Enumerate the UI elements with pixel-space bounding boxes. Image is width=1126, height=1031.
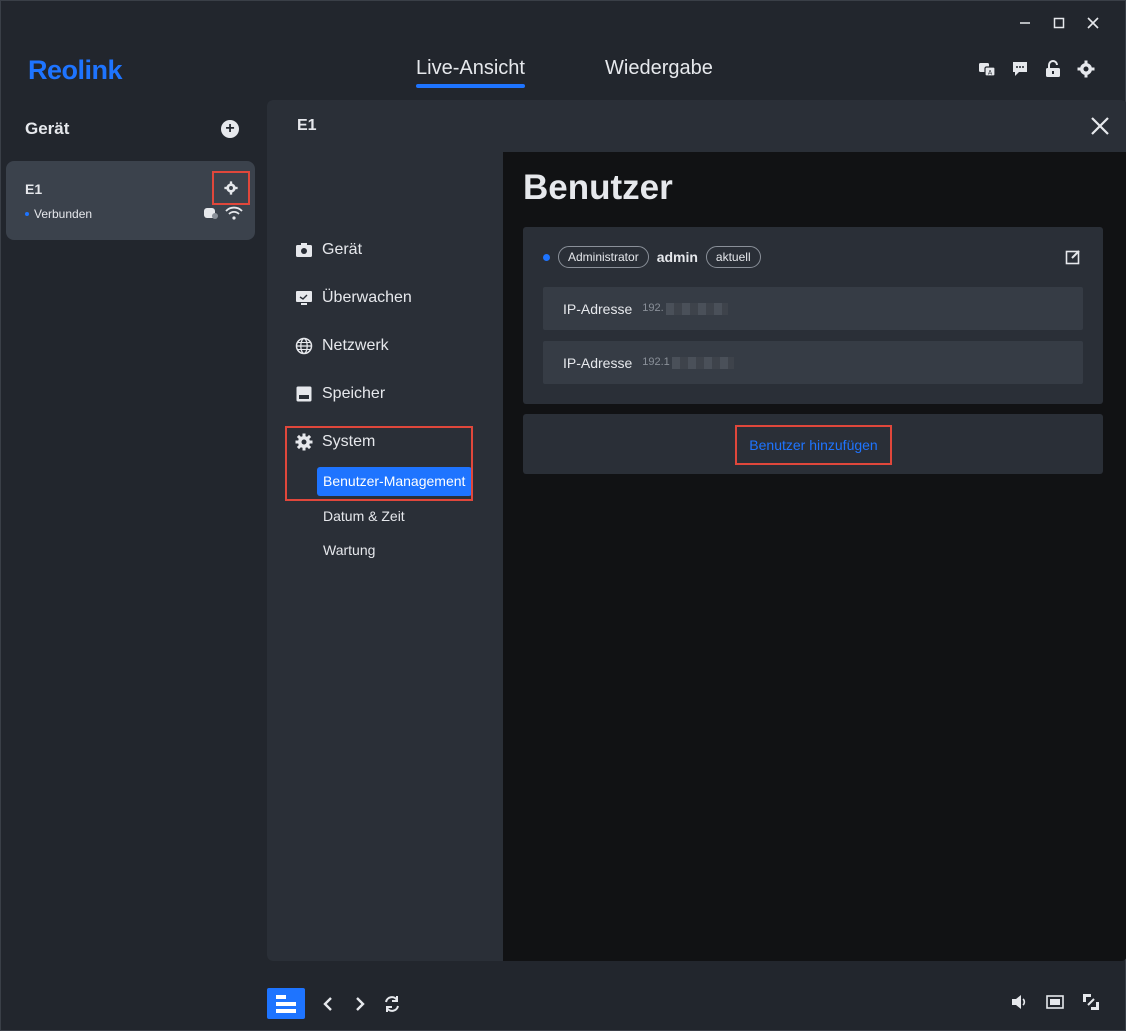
subnav-item-date-time[interactable]: Datum & Zeit [323,508,405,524]
gear-icon [224,181,238,195]
redacted-block [671,356,734,369]
ip-value-text: 192. [642,302,664,315]
tab-playback[interactable]: Wiedergabe [605,57,713,80]
role-badge: Administrator [558,246,649,268]
add-user-card: Benutzer hinzufügen [523,414,1103,474]
edit-icon[interactable] [1065,249,1081,265]
status-dot [25,212,29,216]
nav-item-label: Speicher [322,385,386,402]
user-row: Administrator admin aktuell [543,246,761,268]
device-status: Verbunden [25,207,92,221]
modal-title: E1 [297,117,317,134]
device-name: E1 [25,181,43,197]
chat-icon[interactable] [1011,60,1029,78]
layout-button[interactable] [267,988,305,1019]
storage-icon [295,385,313,403]
current-badge: aktuell [705,246,761,268]
camera-icon [295,241,313,259]
ip-value: 192. [642,302,728,315]
page-title: Benutzer [523,168,673,207]
username: admin [656,249,698,265]
title-bar: Reolink Live-Ansicht Wiedergabe A [1,1,1125,96]
modal-header: E1 [267,100,1126,152]
settings-icon[interactable] [1077,60,1095,78]
device-icons [203,206,243,220]
modal-close-icon[interactable] [1087,113,1113,139]
nav-item-label: Gerät [322,241,363,258]
fullscreen-icon[interactable] [1082,993,1100,1011]
device-sidebar: Gerät + E1 Verbunden [1,97,267,1030]
translate-icon[interactable]: A [978,60,996,78]
nav-item-label: Netzwerk [322,337,389,354]
nav-item-device[interactable]: Gerät [295,241,362,259]
settings-content: Benutzer Administrator admin aktuell IP-… [503,152,1126,961]
bottom-right-controls [1010,993,1100,1011]
ip-label: IP-Adresse [563,300,633,317]
user-card: Administrator admin aktuell IP-Adresse 1… [523,227,1103,404]
highlight-box-system [285,426,473,501]
add-device-button[interactable]: + [221,120,239,138]
subnav-item-maintenance[interactable]: Wartung [323,542,375,558]
nav-item-monitor[interactable]: Überwachen [295,289,412,307]
unlock-icon[interactable] [1044,60,1062,78]
user-status-dot [543,253,550,261]
device-status-label: Verbunden [34,207,93,221]
tab-live-view[interactable]: Live-Ansicht [416,57,525,88]
device-card-e1[interactable]: E1 Verbunden [6,161,255,240]
window-controls [1015,11,1103,35]
add-user-button[interactable]: Benutzer hinzufügen [735,425,892,465]
ip-row: IP-Adresse 192.1 [543,341,1083,384]
device-settings-button[interactable] [212,171,250,205]
chevron-right-icon[interactable] [351,995,369,1013]
bottom-left-controls [267,988,401,1019]
bottom-toolbar [267,973,1125,1030]
app-window: Reolink Live-Ansicht Wiedergabe A Gerät … [0,0,1126,1031]
nav-item-label: Überwachen [322,289,412,306]
ip-value: 192.1 [642,356,734,369]
ip-value-text: 192.1 [642,356,670,369]
main-tabs: Live-Ansicht Wiedergabe [1,57,1125,97]
close-icon[interactable] [1083,11,1103,35]
ip-row: IP-Adresse 192. [543,287,1083,330]
wifi-icon [225,206,243,220]
redacted-block [665,302,728,315]
nav-item-network[interactable]: Netzwerk [295,337,389,355]
device-settings-modal: E1 Gerät Überwachen Netzwerk Speicher Sy… [267,100,1126,961]
maximize-icon[interactable] [1049,11,1069,35]
nav-item-storage[interactable]: Speicher [295,385,385,403]
top-toolbar: A [978,60,1095,78]
layout-icon [276,994,296,1013]
chevron-left-icon[interactable] [319,995,337,1013]
aspect-ratio-icon[interactable] [1046,993,1064,1011]
globe-icon [295,337,313,355]
monitor-icon [295,289,313,307]
volume-icon[interactable] [1010,993,1028,1011]
refresh-icon[interactable] [383,995,401,1013]
ip-label: IP-Adresse [563,354,633,371]
camera-device-icon [204,208,218,219]
settings-nav: Gerät Überwachen Netzwerk Speicher Syste… [267,152,503,961]
sidebar-title: Gerät [25,119,70,138]
minimize-icon[interactable] [1015,11,1035,35]
